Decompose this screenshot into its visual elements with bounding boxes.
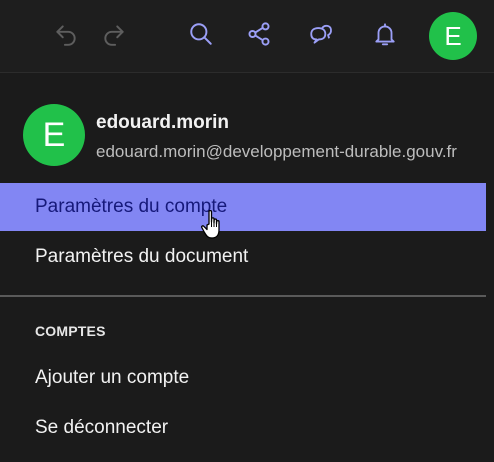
search-icon[interactable] bbox=[183, 16, 219, 52]
menu-item-label: Paramètres du document bbox=[35, 246, 249, 267]
avatar-initial: E bbox=[444, 20, 462, 51]
menu-item-sign-out[interactable]: Se déconnecter bbox=[0, 404, 486, 452]
undo-icon bbox=[48, 16, 84, 52]
bell-icon[interactable] bbox=[367, 16, 403, 52]
menu-item-label: Paramètres du compte bbox=[35, 196, 228, 217]
chat-icon[interactable] bbox=[303, 16, 339, 52]
share-icon[interactable] bbox=[241, 16, 277, 52]
avatar-initial: E bbox=[42, 115, 66, 154]
avatar: E bbox=[23, 104, 85, 166]
menu-item-label: Ajouter un compte bbox=[35, 367, 190, 388]
account-menu: E edouard.morin edouard.morin@developpem… bbox=[0, 72, 494, 462]
user-avatar-button[interactable]: E bbox=[429, 12, 477, 60]
user-email: edouard.morin@developpement-durable.gouv… bbox=[96, 142, 457, 161]
menu-divider bbox=[0, 295, 486, 297]
username: edouard.morin bbox=[96, 112, 230, 133]
menu-item-add-account[interactable]: Ajouter un compte bbox=[0, 354, 486, 402]
menu-item-label: Se déconnecter bbox=[35, 417, 169, 438]
account-info: E edouard.morin edouard.morin@developpem… bbox=[0, 73, 494, 179]
top-toolbar: E bbox=[0, 0, 494, 72]
redo-icon bbox=[96, 16, 132, 52]
menu-item-document-settings[interactable]: Paramètres du document bbox=[0, 233, 486, 281]
menu-item-account-settings[interactable]: Paramètres du compte bbox=[0, 183, 486, 231]
section-label-accounts: COMPTES bbox=[35, 323, 106, 339]
